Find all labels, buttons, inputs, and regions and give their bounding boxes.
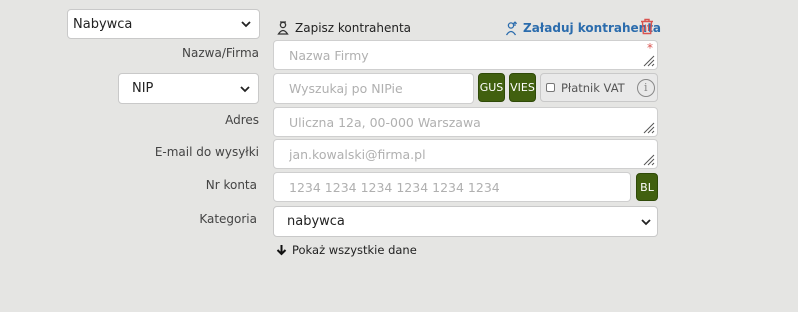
vat-payer-checkbox[interactable] bbox=[546, 83, 555, 92]
vat-payer-label: Płatnik VAT bbox=[561, 80, 625, 95]
address-field[interactable] bbox=[273, 107, 658, 137]
gus-button[interactable]: GUS bbox=[478, 73, 505, 102]
show-all-data-link[interactable]: Pokaż wszystkie dane bbox=[276, 242, 417, 257]
name-label: Nazwa/Firma bbox=[182, 46, 259, 60]
email-label: E-mail do wysyłki bbox=[154, 145, 259, 159]
vies-button[interactable]: VIES bbox=[509, 73, 536, 102]
resize-grip-icon[interactable] bbox=[643, 55, 655, 67]
category-label: Kategoria bbox=[199, 212, 257, 226]
chevron-down-icon bbox=[241, 21, 251, 28]
account-field[interactable] bbox=[273, 172, 631, 202]
person-upload-icon bbox=[505, 20, 518, 35]
category-value: nabywca bbox=[287, 214, 345, 229]
save-contractor-button[interactable]: Zapisz kontrahenta bbox=[277, 19, 411, 37]
nip-type-value: NIP bbox=[132, 81, 154, 96]
trash-icon bbox=[641, 18, 653, 35]
resize-grip-icon[interactable] bbox=[643, 154, 655, 166]
category-select[interactable]: nabywca bbox=[273, 206, 658, 237]
load-contractor-button[interactable]: Załaduj kontrahenta bbox=[505, 19, 661, 37]
name-field[interactable]: * bbox=[273, 40, 658, 70]
vat-payer-box: Płatnik VAT i bbox=[540, 73, 658, 102]
show-all-data-label: Pokaż wszystkie dane bbox=[292, 242, 417, 257]
nip-search-field[interactable] bbox=[273, 73, 474, 104]
email-input[interactable] bbox=[287, 145, 644, 163]
info-glyph: i bbox=[643, 81, 648, 94]
name-input[interactable] bbox=[287, 46, 644, 64]
account-label: Nr konta bbox=[205, 178, 257, 192]
delete-button[interactable] bbox=[640, 18, 654, 35]
nip-type-select[interactable]: NIP bbox=[118, 73, 259, 104]
address-label: Adres bbox=[225, 113, 259, 127]
resize-grip-icon[interactable] bbox=[643, 122, 655, 134]
arrow-down-icon bbox=[276, 244, 287, 255]
address-input[interactable] bbox=[287, 113, 644, 131]
chevron-down-icon bbox=[240, 85, 250, 92]
bl-button[interactable]: BL bbox=[636, 173, 658, 201]
info-icon[interactable]: i bbox=[636, 78, 655, 97]
save-contractor-label: Zapisz kontrahenta bbox=[295, 21, 412, 35]
required-mark: * bbox=[647, 41, 653, 55]
nip-search-input[interactable] bbox=[287, 80, 460, 97]
email-field[interactable] bbox=[273, 139, 658, 169]
party-select[interactable]: Nabywca bbox=[67, 9, 260, 39]
chevron-down-icon bbox=[641, 218, 651, 225]
party-select-value: Nabywca bbox=[73, 16, 133, 32]
account-input[interactable] bbox=[287, 178, 617, 196]
person-icon bbox=[277, 21, 289, 35]
